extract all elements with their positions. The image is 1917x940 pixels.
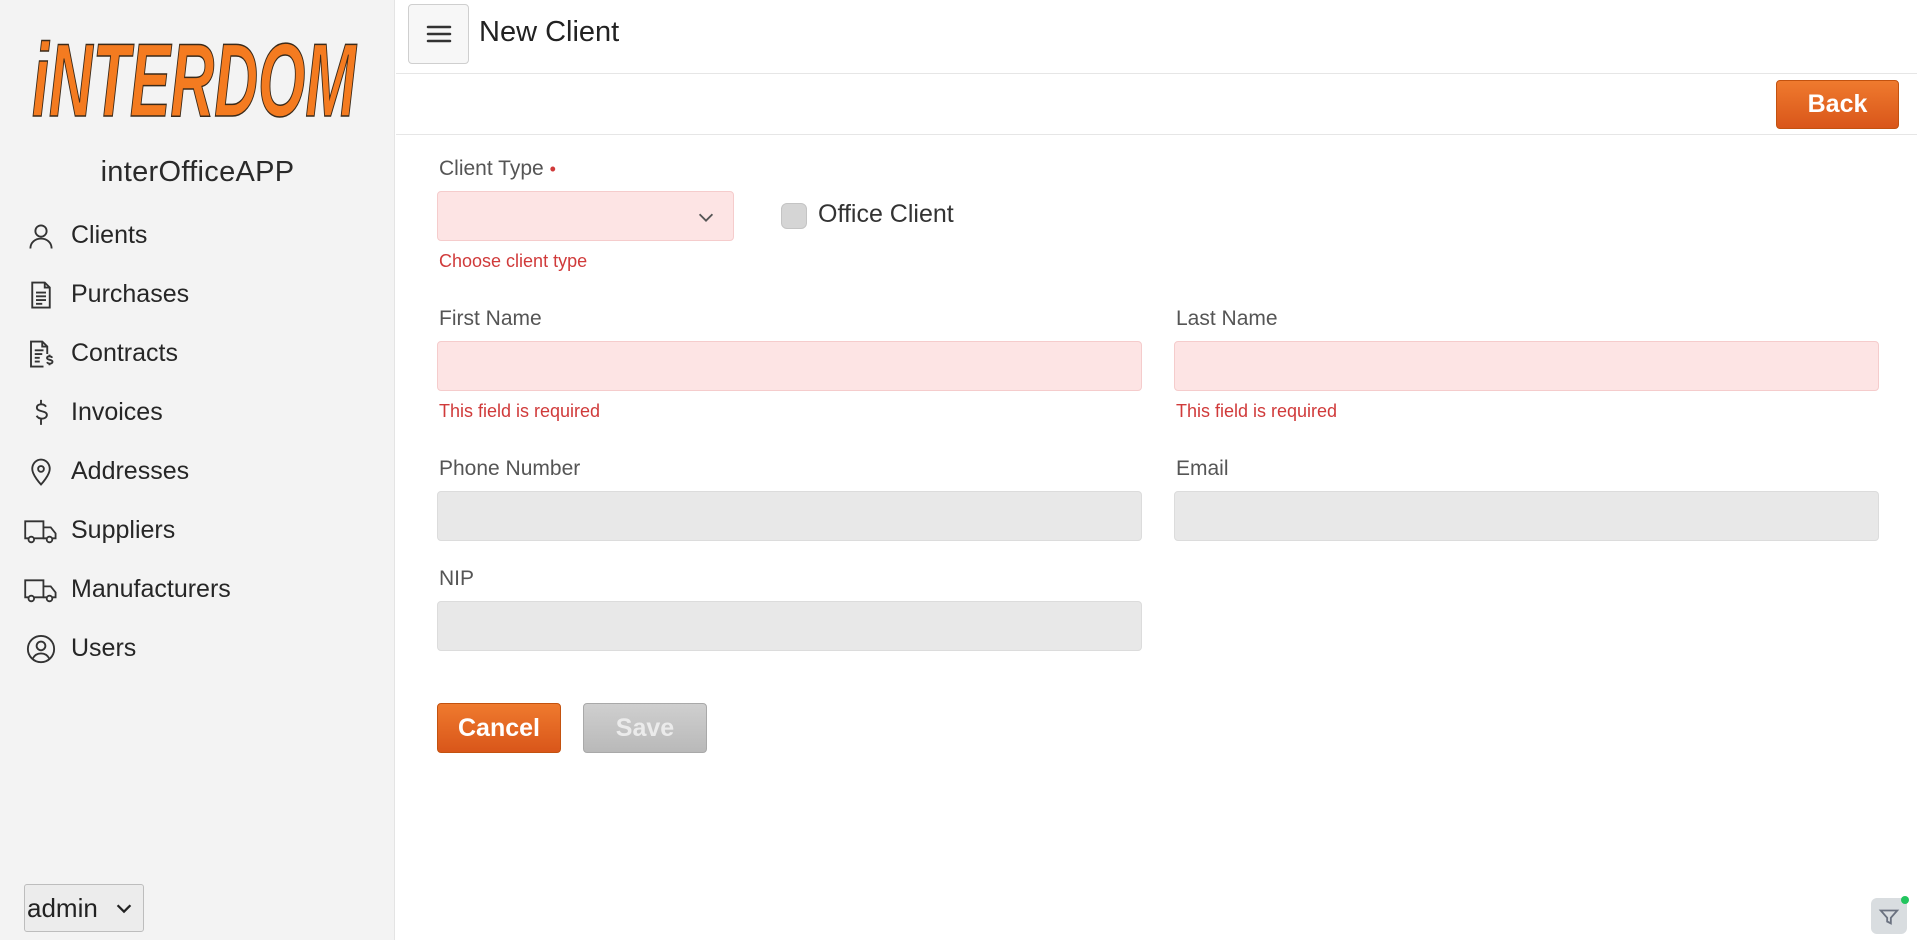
- sidebar-item-label: Addresses: [71, 457, 190, 485]
- first-name-label: First Name: [439, 307, 542, 330]
- required-marker: •: [549, 159, 556, 179]
- dollar-icon: [24, 396, 58, 430]
- email-label: Email: [1176, 457, 1229, 480]
- new-client-form: Client Type • Choose client type Office C…: [396, 136, 1917, 940]
- user-select[interactable]: admin: [24, 884, 144, 932]
- sidebar-item-clients[interactable]: Clients: [0, 206, 395, 265]
- sidebar-nav: Clients Purchases Contracts Invoices Add…: [0, 206, 395, 678]
- cancel-button[interactable]: Cancel: [437, 703, 561, 753]
- sidebar-item-invoices[interactable]: Invoices: [0, 383, 395, 442]
- sidebar-item-label: Manufacturers: [71, 575, 231, 603]
- toolbar: Back: [396, 75, 1917, 135]
- truck-icon: [24, 514, 58, 548]
- sidebar-item-label: Purchases: [71, 280, 190, 308]
- interdom-logo: iNTERDOM: [31, 24, 358, 130]
- chevron-down-icon: [698, 213, 714, 222]
- sidebar-item-label: Contracts: [71, 339, 178, 367]
- sidebar-item-contracts[interactable]: Contracts: [0, 324, 395, 383]
- sidebar-item-label: Users: [71, 634, 137, 662]
- top-header: New Client: [396, 0, 1917, 74]
- sidebar-item-suppliers[interactable]: Suppliers: [0, 501, 395, 560]
- feedback-widget[interactable]: [1871, 896, 1909, 934]
- chevron-down-icon: [116, 904, 132, 914]
- status-dot: [1901, 896, 1909, 904]
- email-input[interactable]: [1174, 491, 1879, 541]
- last-name-input[interactable]: [1174, 341, 1879, 391]
- last-name-label: Last Name: [1176, 307, 1278, 330]
- client-type-select[interactable]: [437, 191, 734, 241]
- sidebar-item-purchases[interactable]: Purchases: [0, 265, 395, 324]
- hamburger-icon: [426, 25, 451, 43]
- office-client-label: Office Client: [818, 200, 954, 228]
- sidebar: iNTERDOM interOfficeAPP Clients Purchase…: [0, 0, 395, 940]
- sidebar-item-label: Suppliers: [71, 516, 176, 544]
- client-type-error: Choose client type: [439, 251, 588, 271]
- contract-dollar-icon: [24, 337, 58, 371]
- last-name-error: This field is required: [1176, 401, 1338, 421]
- sidebar-item-manufacturers[interactable]: Manufacturers: [0, 560, 395, 619]
- client-type-label: Client Type •: [439, 157, 556, 181]
- phone-label: Phone Number: [439, 457, 581, 480]
- map-pin-icon: [24, 455, 58, 489]
- receipt-icon: [24, 278, 58, 312]
- sidebar-item-users[interactable]: Users: [0, 619, 395, 678]
- first-name-error: This field is required: [439, 401, 601, 421]
- sidebar-item-label: Invoices: [71, 398, 163, 426]
- first-name-input[interactable]: [437, 341, 1142, 391]
- page-title: New Client: [479, 16, 620, 48]
- office-client-checkbox[interactable]: [781, 203, 807, 229]
- menu-button[interactable]: [408, 4, 469, 64]
- back-button[interactable]: Back: [1776, 80, 1899, 129]
- sidebar-item-addresses[interactable]: Addresses: [0, 442, 395, 501]
- app-name: interOfficeAPP: [100, 156, 295, 188]
- client-type-label-text: Client Type: [439, 157, 544, 180]
- sidebar-item-label: Clients: [71, 221, 148, 249]
- user-circle-icon: [24, 632, 58, 666]
- save-button[interactable]: Save: [583, 703, 707, 753]
- feedback-icon: [1878, 909, 1900, 925]
- nip-label: NIP: [439, 567, 475, 590]
- user-select-value: admin: [27, 892, 98, 923]
- nip-input[interactable]: [437, 601, 1142, 651]
- svg-text:iNTERDOM: iNTERDOM: [32, 24, 357, 130]
- user-icon: [24, 219, 58, 253]
- truck-icon: [24, 573, 58, 607]
- phone-input[interactable]: [437, 491, 1142, 541]
